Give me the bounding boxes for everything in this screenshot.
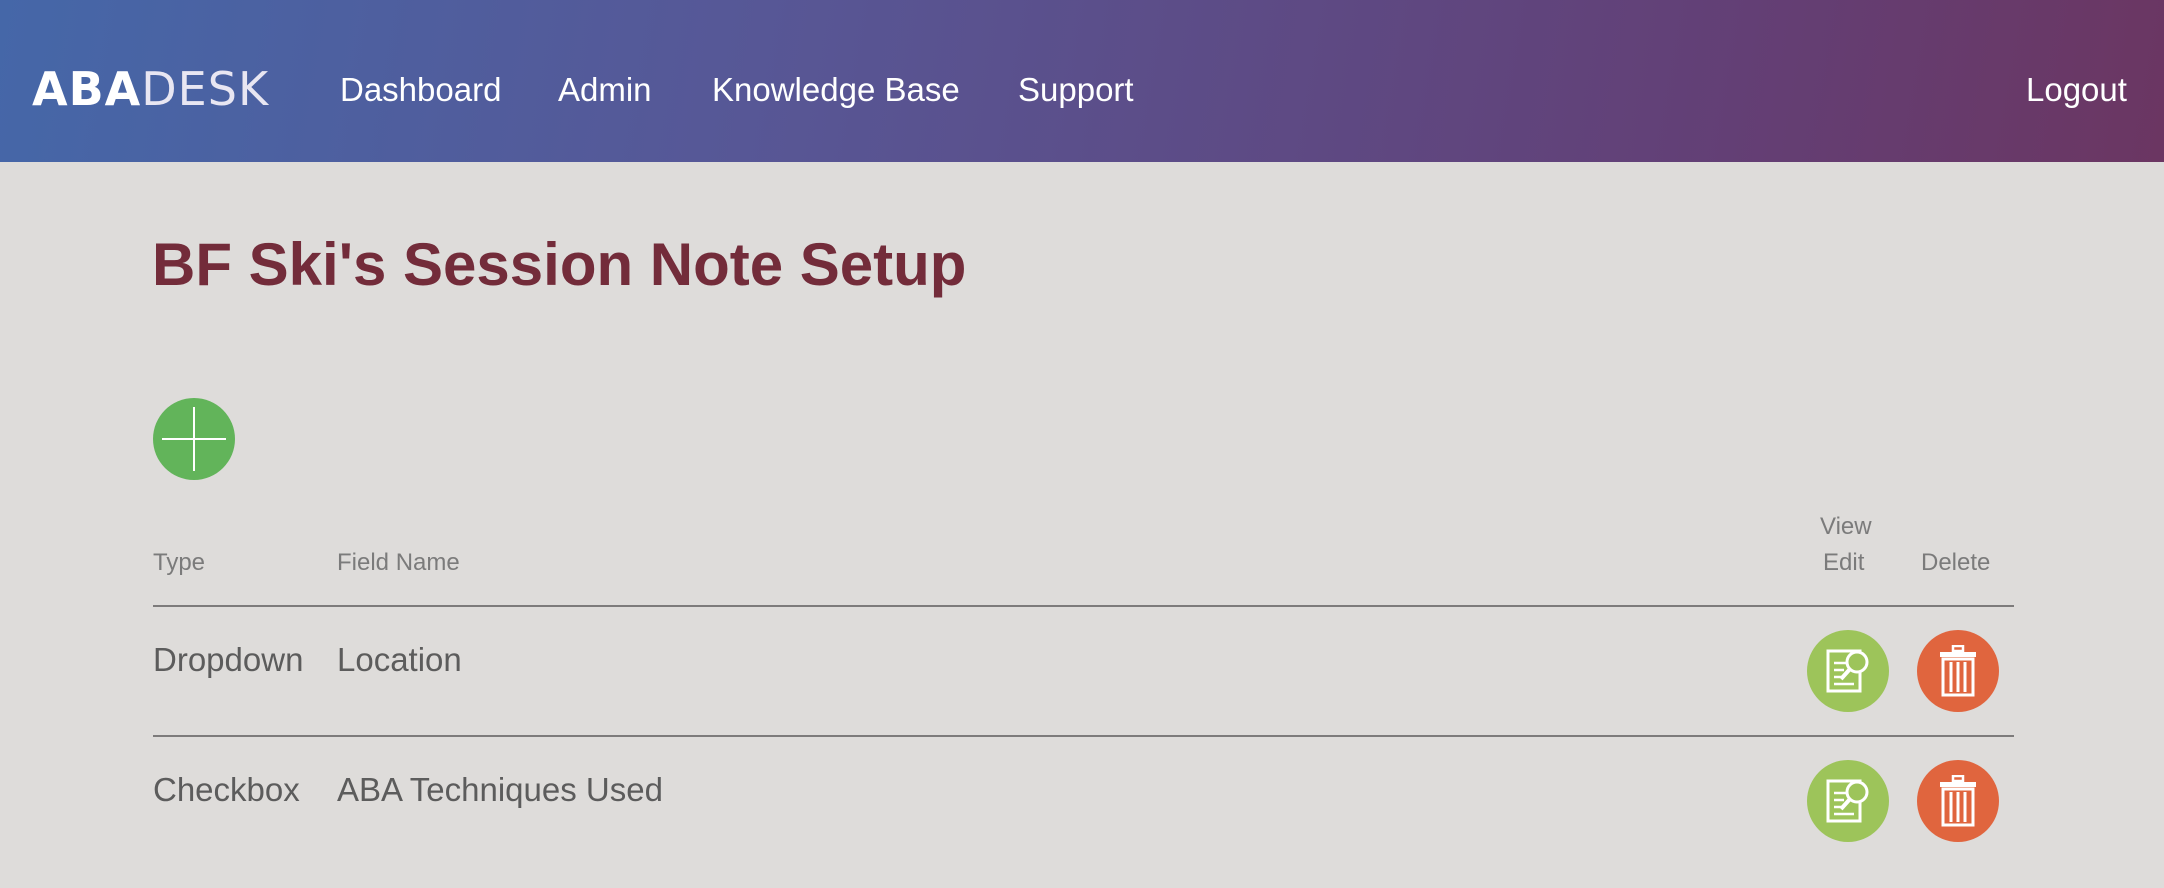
column-header-edit: Edit [1823, 549, 1865, 576]
add-field-button[interactable] [153, 398, 235, 480]
column-header-view: View [1820, 513, 1872, 540]
delete-button[interactable] [1917, 760, 1999, 842]
nav-dashboard-link[interactable]: Dashboard [340, 66, 501, 114]
trash-icon [1940, 645, 1976, 697]
nav-knowledge-base-link[interactable]: Knowledge Base [712, 66, 960, 114]
delete-button[interactable] [1917, 630, 1999, 712]
column-header-field-name: Field Name [337, 549, 460, 576]
document-magnifier-icon [1826, 779, 1869, 823]
column-header-type: Type [153, 549, 206, 576]
table-divider [153, 735, 2014, 737]
nav-support-link[interactable]: Support [1018, 66, 1134, 114]
logout-link[interactable]: Logout [2026, 66, 2127, 114]
aba-desk-logo[interactable]: ABADESK [32, 64, 269, 114]
view-edit-button[interactable] [1807, 760, 1889, 842]
column-header-delete: Delete [1921, 549, 1991, 576]
trash-icon [1940, 775, 1976, 827]
row-type-cell: Checkbox [153, 771, 300, 808]
row-field-name-cell: ABA Techniques Used [337, 771, 663, 808]
table-divider [153, 605, 2014, 607]
row-field-name-cell: Location [337, 641, 462, 678]
nav-admin-link[interactable]: Admin [558, 66, 652, 114]
logo-text-light: DESK [141, 62, 270, 116]
view-edit-button[interactable] [1807, 630, 1889, 712]
document-magnifier-icon [1826, 649, 1869, 693]
top-navigation-bar: ABADESK Dashboard Admin Knowledge Base S… [0, 0, 2164, 162]
row-type-cell: Dropdown [153, 641, 304, 678]
page-title: BF Ski's Session Note Setup [152, 231, 967, 298]
logo-text-bold: ABA [32, 62, 142, 116]
